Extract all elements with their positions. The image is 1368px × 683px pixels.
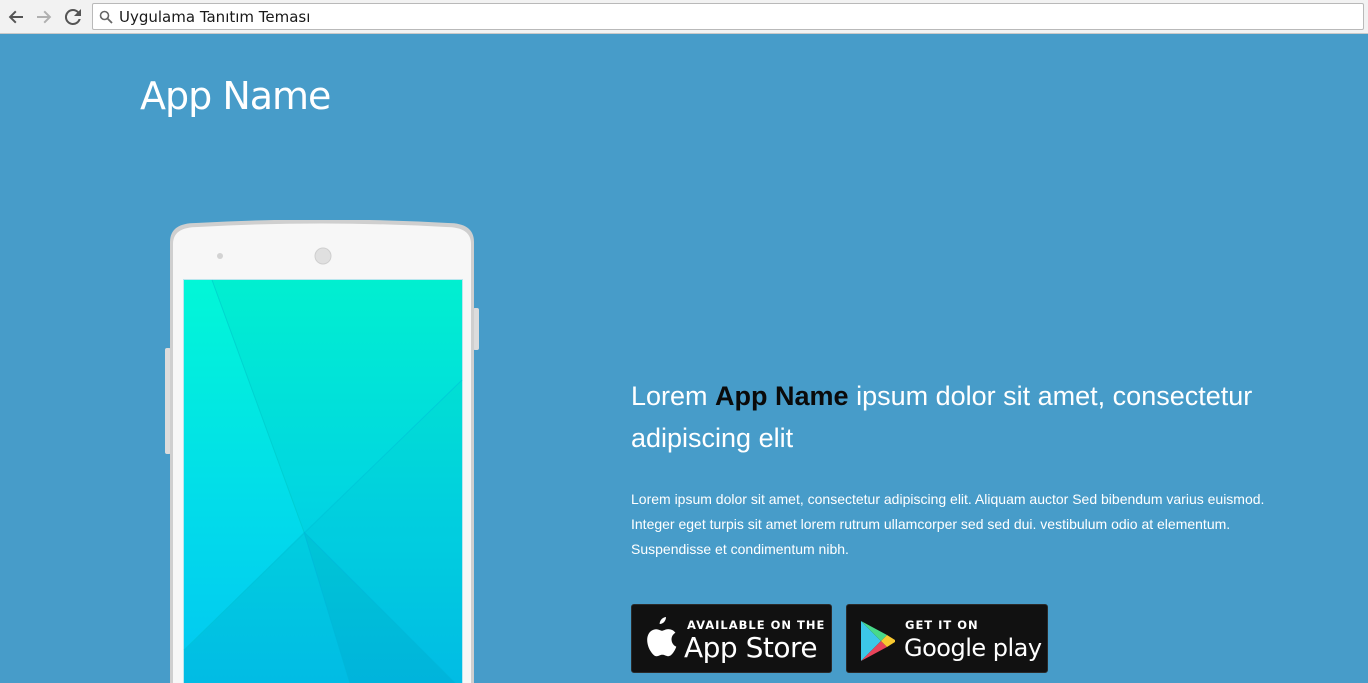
address-bar[interactable]: Uygulama Tanıtım Teması [92,3,1364,30]
google-play-big-text: Google play [904,634,1042,662]
search-icon [99,10,113,24]
app-store-small-text: AVAILABLE ON THE [687,618,826,632]
back-button[interactable] [4,5,28,29]
phone-mockup [162,219,482,683]
browser-toolbar: Uygulama Tanıtım Teması [0,0,1368,34]
app-logo[interactable]: App Name [140,73,331,119]
google-play-small-text: GET IT ON [905,618,979,632]
apple-icon [647,617,677,657]
phone-illustration [165,219,479,683]
reload-icon [64,8,81,25]
address-text: Uygulama Tanıtım Teması [119,8,311,26]
arrow-left-icon [8,10,23,24]
landing-page: App Name Lorem App Name ipsum dolor sit … [0,35,1368,683]
google-play-button[interactable]: GET IT ON Google play [846,604,1048,673]
google-play-icon [861,621,895,661]
arrow-right-icon [37,10,52,24]
app-store-button[interactable]: AVAILABLE ON THE App Store [631,604,832,673]
forward-button[interactable] [32,5,56,29]
headline-lead: Lorem [631,381,716,411]
headline-app-name: App Name [715,381,849,411]
hero-headline: Lorem App Name ipsum dolor sit amet, con… [631,375,1311,459]
hero-description: Lorem ipsum dolor sit amet, consectetur … [631,491,1265,557]
reload-button[interactable] [61,5,85,29]
app-store-big-text: App Store [684,631,818,664]
